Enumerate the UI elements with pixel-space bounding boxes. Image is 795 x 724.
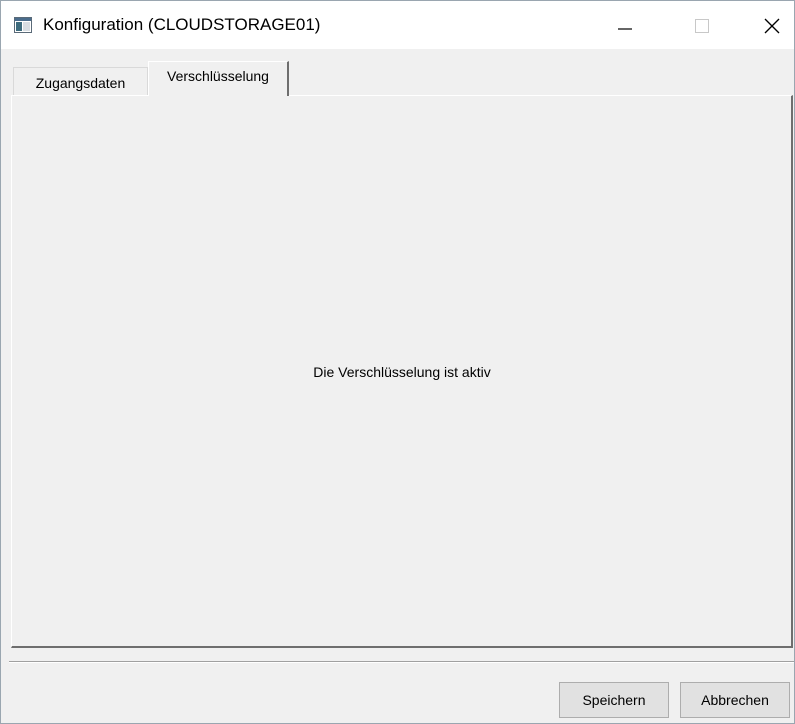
encryption-tab-panel: Die Verschlüsselung ist aktiv (11, 95, 793, 648)
tab-label: Zugangsdaten (35, 75, 126, 91)
footer-divider (9, 661, 794, 663)
window-app-icon[interactable] (14, 17, 32, 33)
tab-zugangsdaten[interactable]: Zugangsdaten (13, 67, 148, 95)
minimize-icon (618, 28, 632, 30)
encryption-status-text: Die Verschlüsselung ist aktiv (313, 364, 491, 380)
maximize-icon (695, 19, 709, 33)
config-window: Konfiguration (CLOUDSTORAGE01) Zugangsda… (0, 0, 795, 724)
tab-verschluesselung[interactable]: Verschlüsselung (148, 61, 289, 96)
cancel-button[interactable]: Abbrechen (680, 682, 790, 718)
tab-label: Verschlüsselung (167, 68, 269, 84)
title-bar[interactable]: Konfiguration (CLOUDSTORAGE01) (1, 1, 794, 49)
maximize-button[interactable] (679, 1, 725, 49)
window-title: Konfiguration (CLOUDSTORAGE01) (43, 15, 321, 34)
close-button[interactable] (748, 1, 794, 49)
close-icon (764, 18, 780, 34)
save-button[interactable]: Speichern (559, 682, 669, 718)
minimize-button[interactable] (601, 1, 647, 49)
